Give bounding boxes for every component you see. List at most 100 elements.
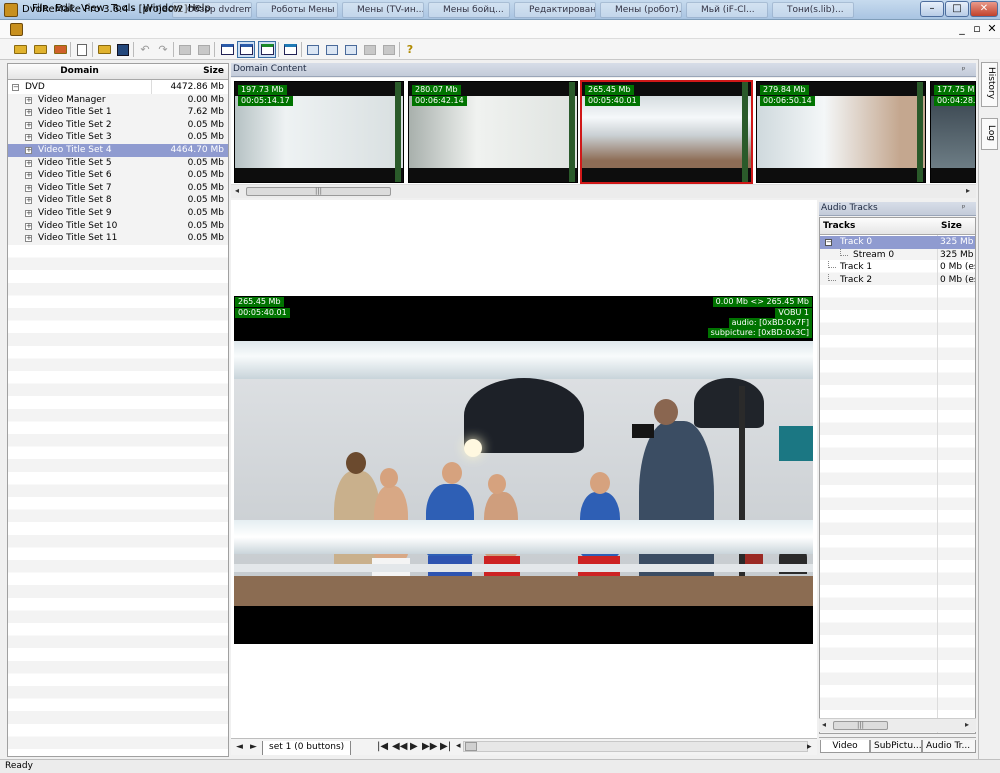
first-frame-icon[interactable]: |◀	[377, 741, 388, 752]
expand-icon[interactable]: +	[25, 147, 32, 154]
tab-audio-tracks[interactable]: Audio Tr...	[922, 740, 976, 753]
pin-icon[interactable]: ᵖ	[962, 203, 965, 212]
seek-right-icon[interactable]: ▸	[807, 742, 812, 752]
expand-icon[interactable]: +	[25, 134, 32, 142]
maximize-button[interactable]: □	[945, 1, 969, 17]
seek-left-icon[interactable]: ◂	[456, 741, 461, 751]
redo-icon[interactable]: ↷	[154, 41, 172, 58]
scroll-left-icon[interactable]: ◂	[235, 186, 239, 195]
last-frame-icon[interactable]: ▶|	[440, 741, 451, 752]
tree-item[interactable]: + Video Title Set 9 0.05 Mb	[8, 207, 228, 220]
expand-icon[interactable]: +	[25, 172, 32, 180]
mdi-close-button[interactable]: ✕	[985, 22, 999, 35]
tree-item-selected[interactable]: + Video Title Set 4 4464.70 Mb	[8, 144, 228, 157]
column-header-tracks[interactable]: Tracks	[823, 221, 855, 231]
audio-stream-row[interactable]: Stream 0 325 Mb (	[820, 248, 975, 262]
insert-icon[interactable]	[342, 41, 360, 58]
rewind-icon[interactable]: ◀◀	[392, 741, 407, 752]
document-icon[interactable]	[10, 23, 23, 36]
thumbnail-cell-selected[interactable]: 265.45 Mb 00:05:40.01	[580, 80, 753, 184]
menu-tools[interactable]: Tools	[111, 3, 136, 14]
collapse-icon[interactable]: −	[12, 84, 19, 91]
close-window-button[interactable]: ✕	[970, 1, 998, 17]
tab-subpicture[interactable]: SubPictu...	[870, 740, 922, 753]
video-preview[interactable]: 265.45 Mb 00:05:40.01 0.00 Mb <> 265.45 …	[234, 296, 813, 644]
app-icon[interactable]	[4, 3, 18, 17]
open-folder-icon[interactable]	[31, 41, 49, 58]
play-icon[interactable]: ▶	[410, 741, 418, 752]
tree-item[interactable]: + Video Title Set 7 0.05 Mb	[8, 181, 228, 195]
scrollbar-thumb[interactable]: |||	[246, 187, 391, 196]
expand-icon[interactable]: +	[25, 210, 32, 217]
column-header-size[interactable]: Size	[152, 66, 228, 76]
back-icon[interactable]	[176, 41, 194, 58]
tree-item[interactable]: + Video Title Set 6 0.05 Mb	[8, 169, 228, 182]
tree-root[interactable]: − DVD 4472.86 Mb	[8, 81, 228, 94]
expand-icon[interactable]: +	[25, 184, 32, 192]
seek-scrollbar[interactable]	[463, 741, 808, 752]
tree-item[interactable]: + Video Manager 0.00 Mb	[8, 93, 228, 107]
move-up-icon[interactable]	[323, 41, 341, 58]
expand-icon[interactable]: +	[25, 197, 32, 205]
expand-icon[interactable]: +	[25, 96, 32, 104]
expand-icon[interactable]: +	[25, 159, 32, 167]
scroll-right-icon[interactable]: ▸	[966, 186, 970, 195]
help-icon[interactable]: ?	[401, 41, 419, 58]
domain-window-icon[interactable]	[258, 41, 276, 58]
expand-icon[interactable]: +	[25, 235, 32, 243]
open-project-icon[interactable]	[11, 41, 29, 58]
side-tab-history[interactable]: History	[981, 62, 998, 107]
tree-item[interactable]: + Video Title Set 11 0.05 Mb	[8, 232, 228, 245]
tree-item[interactable]: + Video Title Set 10 0.05 Mb	[8, 219, 228, 233]
save-disk-icon[interactable]	[114, 41, 132, 58]
tree-item[interactable]: + Video Title Set 5 0.05 Mb	[8, 156, 228, 170]
minimize-button[interactable]: –	[920, 1, 944, 17]
forward-icon[interactable]	[195, 41, 213, 58]
thumbnail-cell[interactable]: 279.84 Mb 00:06:50.14	[756, 81, 926, 183]
tab-set-1[interactable]: set 1 (0 buttons)	[262, 741, 352, 755]
new-document-icon[interactable]	[73, 41, 91, 58]
tree-item[interactable]: + Video Title Set 2 0.05 Mb	[8, 118, 228, 132]
scrollbar-thumb[interactable]: |||	[833, 721, 888, 730]
tree-item[interactable]: + Video Title Set 8 0.05 Mb	[8, 194, 228, 207]
move-down-icon[interactable]	[304, 41, 322, 58]
menu-window[interactable]: Window	[143, 3, 182, 14]
audio-track-row-selected[interactable]: − Track 0 325 Mb (	[820, 236, 975, 249]
expand-icon[interactable]: +	[25, 222, 32, 230]
fast-forward-icon[interactable]: ▶▶	[422, 741, 437, 752]
delete-icon[interactable]	[380, 41, 398, 58]
seek-thumb[interactable]	[465, 742, 477, 751]
audio-scrollbar[interactable]: ◂ ||| ▸	[819, 718, 976, 732]
scroll-right-icon[interactable]: ▸	[965, 720, 969, 729]
audio-track-row[interactable]: Track 2 0 Mb (est	[820, 273, 975, 287]
connect-icon[interactable]	[281, 41, 299, 58]
preview-window-icon[interactable]	[237, 41, 255, 58]
collapse-icon[interactable]: −	[825, 239, 832, 246]
mdi-restore-button[interactable]: ▫	[970, 22, 984, 35]
mdi-minimize-button[interactable]: _	[955, 22, 969, 35]
thumbnail-cell[interactable]: 197.73 Mb 00:05:14.17	[234, 81, 404, 183]
remove-icon[interactable]	[361, 41, 379, 58]
column-header-size[interactable]: Size	[941, 221, 962, 231]
close-project-icon[interactable]	[51, 41, 69, 58]
expand-icon[interactable]: +	[25, 109, 32, 117]
window-layout-icon[interactable]	[218, 41, 236, 58]
menu-help[interactable]: Help	[188, 3, 211, 14]
thumbnail-cell[interactable]: 280.07 Mb 00:06:42.14	[408, 81, 578, 183]
thumbnail-cell[interactable]: 177.75 Mb 00:04:28.1	[930, 81, 976, 183]
menu-edit[interactable]: Edit	[55, 3, 74, 14]
scroll-left-icon[interactable]: ◂	[822, 720, 826, 729]
tree-item[interactable]: + Video Title Set 3 0.05 Mb	[8, 131, 228, 144]
open-dvd-icon[interactable]	[95, 41, 113, 58]
tab-next-icon[interactable]: ►	[250, 742, 257, 752]
column-header-domain[interactable]: Domain	[8, 66, 151, 76]
tree-item[interactable]: + Video Title Set 1 7.62 Mb	[8, 106, 228, 119]
undo-icon[interactable]: ↶	[136, 41, 154, 58]
expand-icon[interactable]: +	[25, 121, 32, 129]
pin-icon[interactable]: ᵖ	[962, 65, 965, 74]
tab-prev-icon[interactable]: ◄	[236, 742, 243, 752]
thumbnail-scrollbar[interactable]: ◂ ||| ▸	[231, 184, 976, 198]
menu-file[interactable]: File	[32, 3, 49, 14]
audio-track-row[interactable]: Track 1 0 Mb (est	[820, 261, 975, 274]
side-tab-log[interactable]: Log	[981, 118, 998, 150]
